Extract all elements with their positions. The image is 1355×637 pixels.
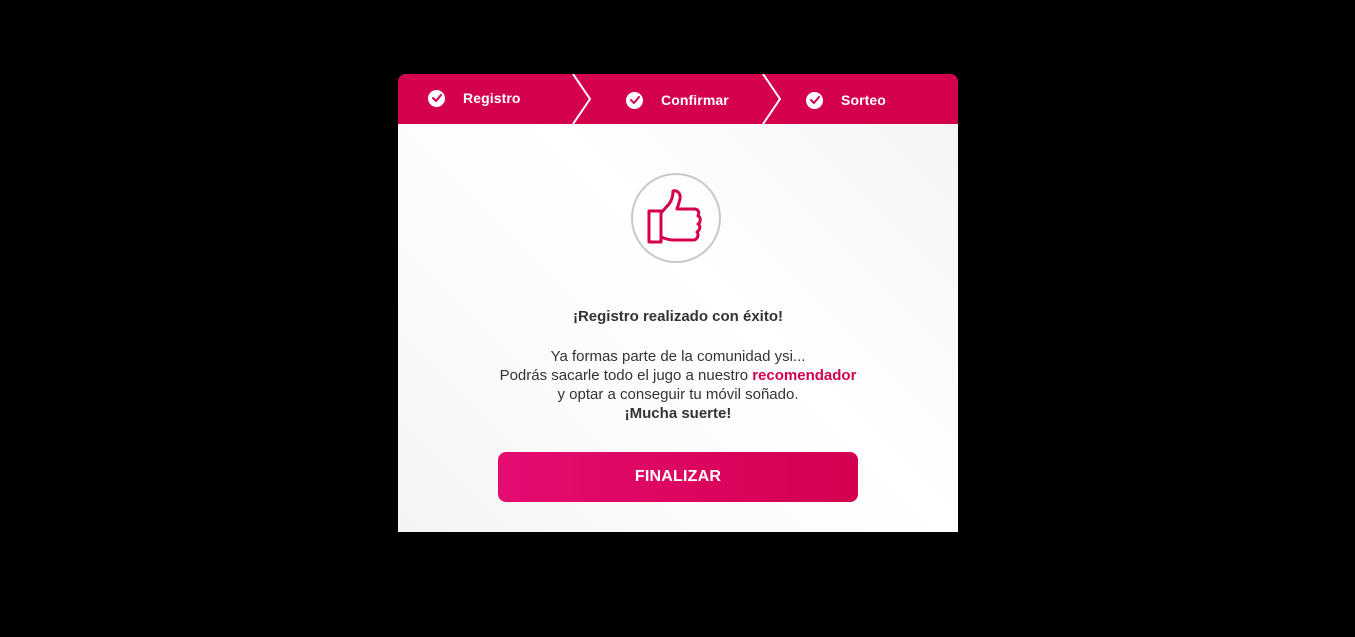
success-title: ¡Registro realizado con éxito! xyxy=(572,308,784,325)
step-label: Registro xyxy=(463,90,521,106)
step-confirmar: Confirmar xyxy=(626,75,729,125)
step-label: Confirmar xyxy=(661,92,729,108)
message-line-4: ¡Mucha suerte! xyxy=(624,405,732,422)
progress-stepper: Registro Confirmar Sorteo xyxy=(398,74,958,124)
message-line-3: y optar a conseguir tu móvil soñado. xyxy=(557,386,799,403)
message-line-2: Podrás sacarle todo el jugo a nuestro re… xyxy=(398,366,958,385)
thumbs-up-icon xyxy=(647,189,702,244)
finalizar-button[interactable]: FINALIZAR xyxy=(498,452,858,502)
message-line-1: Ya formas parte de la comunidad ysi... xyxy=(550,348,806,365)
recomendador-link[interactable]: recomendador xyxy=(752,367,856,384)
step-sorteo: Sorteo xyxy=(806,75,886,125)
step-label: Sorteo xyxy=(841,92,886,108)
check-circle-icon xyxy=(428,89,445,107)
check-circle-icon xyxy=(626,91,643,109)
step-registro: Registro xyxy=(428,74,521,123)
message-line-2-text: Podrás sacarle todo el jugo a nuestro xyxy=(499,367,753,384)
registration-success-modal: Registro Confirmar Sorteo ¡Registro real… xyxy=(398,74,958,532)
success-message: Ya formas parte de la comunidad ysi... P… xyxy=(398,347,958,423)
thumbs-up-badge xyxy=(631,173,721,263)
check-circle-icon xyxy=(806,91,823,109)
